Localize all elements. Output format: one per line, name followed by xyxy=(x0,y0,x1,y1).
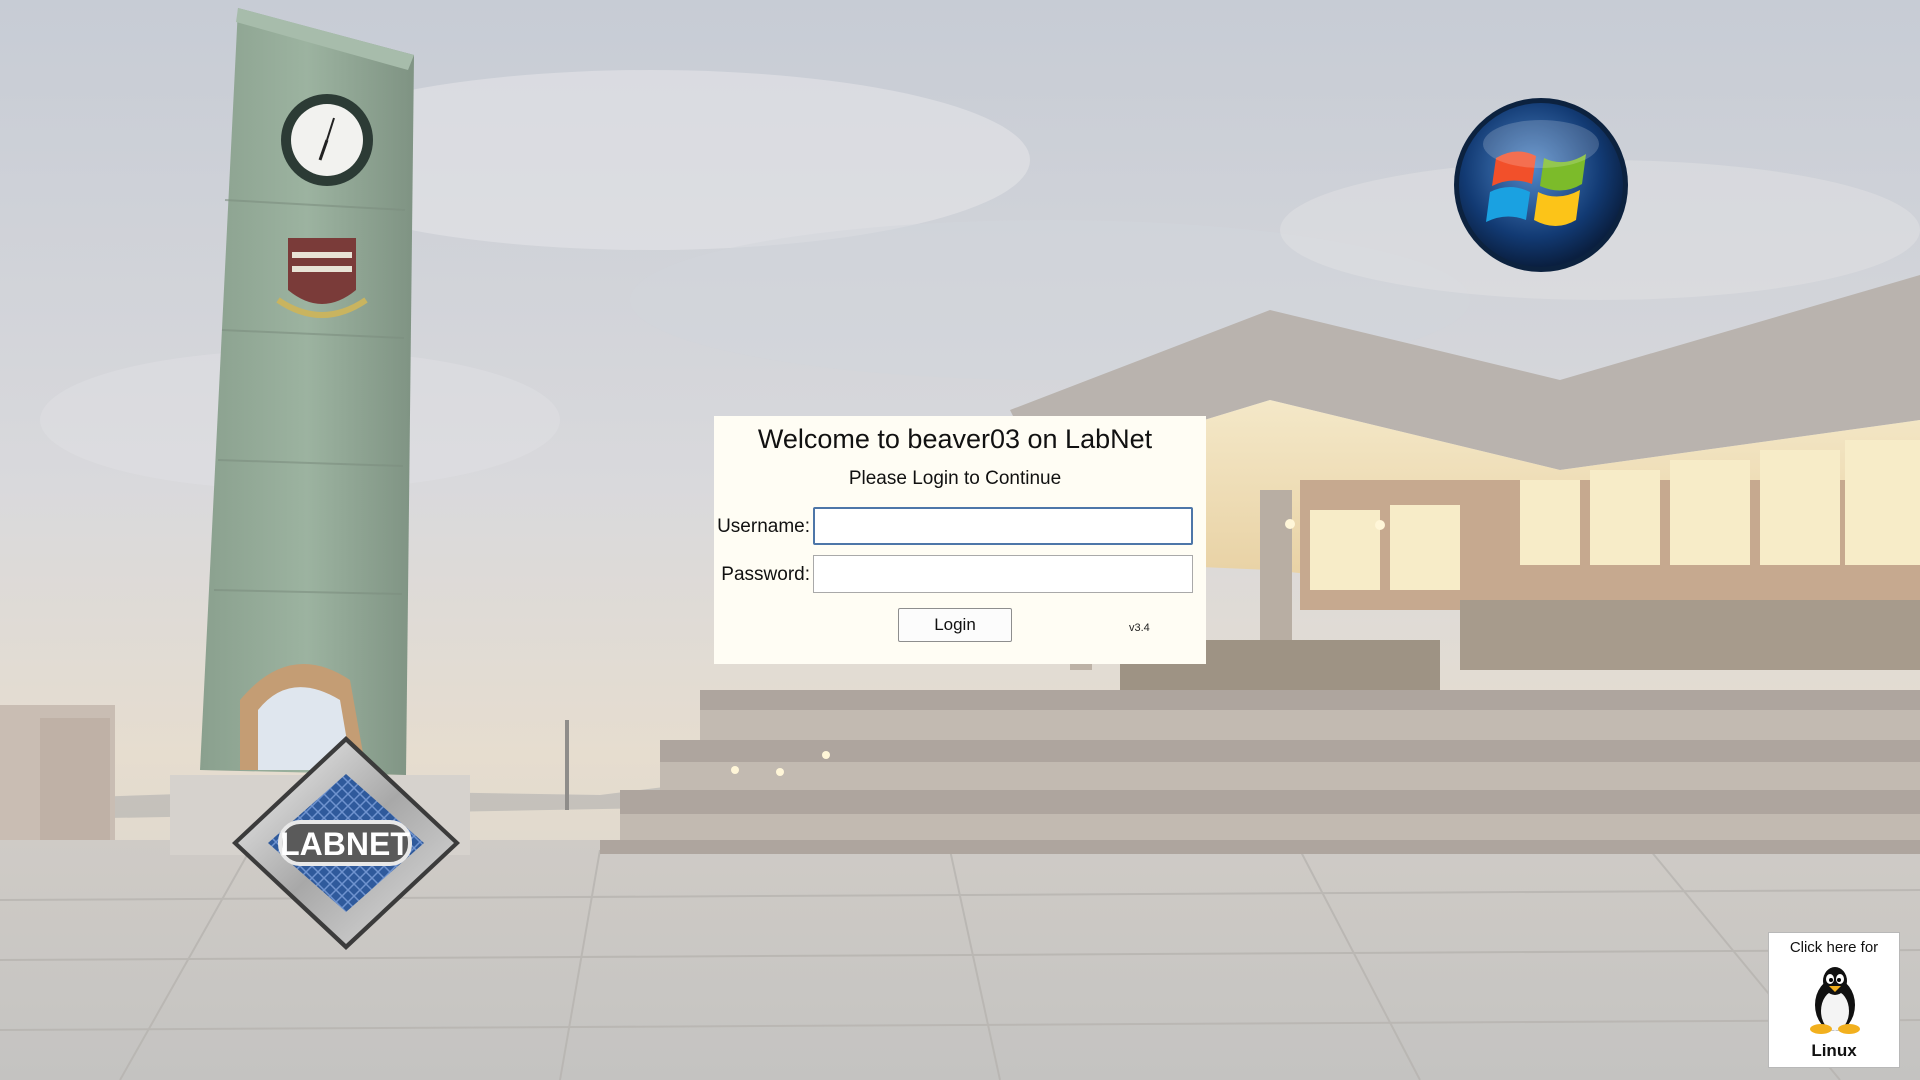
password-input[interactable] xyxy=(813,555,1193,593)
linux-switch-bottom-text: Linux xyxy=(1811,1041,1857,1060)
username-label: Username: xyxy=(717,516,810,537)
login-screen: LABNET Welcome to beaver03 on LabNet Ple… xyxy=(0,0,1920,1080)
labnet-logo-text: LABNET xyxy=(280,826,410,862)
login-subtitle: Please Login to Continue xyxy=(848,468,1062,489)
password-label: Password: xyxy=(721,564,810,585)
windows-logo-icon xyxy=(1454,98,1628,272)
login-button[interactable]: Login xyxy=(898,608,1012,642)
tux-penguin-icon xyxy=(1810,967,1860,1034)
labnet-logo: LABNET xyxy=(232,736,460,950)
linux-switch-top-text: Click here for xyxy=(1789,939,1879,956)
username-input[interactable] xyxy=(813,507,1193,545)
version-label: v3.4 xyxy=(1129,622,1150,634)
login-dialog: Welcome to beaver03 on LabNet Please Log… xyxy=(714,416,1206,664)
switch-to-linux-button[interactable]: Click here for Linux xyxy=(1768,932,1900,1068)
login-title: Welcome to beaver03 on LabNet xyxy=(757,424,1153,454)
